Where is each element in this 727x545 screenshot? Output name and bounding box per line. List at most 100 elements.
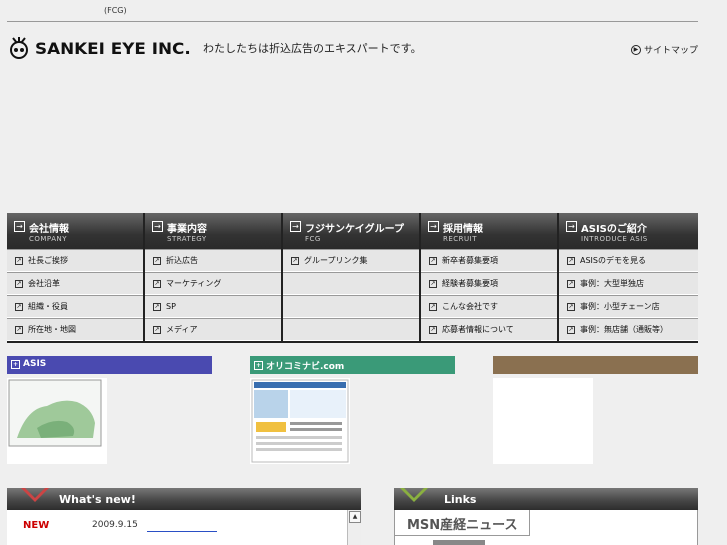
checkbox-arrow-icon: ↗	[567, 302, 575, 311]
orikomi-thumbnail[interactable]	[250, 378, 350, 464]
nav-item[interactable]: ↗ 応募者情報について	[421, 318, 557, 341]
nav-item[interactable]: ↗ 社長ご挨拶	[7, 249, 143, 272]
scroll-up-icon[interactable]: ▲	[349, 511, 361, 523]
new-badge: NEW	[23, 520, 50, 531]
nav-item-label: こんな会社です	[442, 302, 498, 311]
nav-item-label: 新卒者募集要項	[442, 256, 498, 265]
sitemap-link[interactable]: ▶ サイトマップ	[630, 43, 698, 56]
asis-banner-text: ASIS	[23, 359, 47, 369]
news-link[interactable]	[147, 531, 217, 532]
msn-sankei-link[interactable]: MSN産経ニュース	[395, 510, 530, 536]
nav-item-empty	[283, 318, 419, 341]
nav-head-label: ASISのご紹介	[581, 224, 647, 235]
nav-item[interactable]: ↗ 折込広告	[145, 249, 281, 272]
plus-box-icon: +	[11, 359, 20, 369]
nav-head-label: 会社情報	[29, 224, 69, 235]
sitemap-label: サイトマップ	[643, 46, 698, 56]
nav-item[interactable]: ↗ ASISのデモを見る	[559, 249, 698, 272]
nav-head-sublabel: RECRUIT	[443, 235, 478, 243]
checkbox-arrow-icon: ↗	[429, 279, 437, 288]
checkbox-arrow-icon: ↗	[153, 256, 161, 265]
nav-item-label: 折込広告	[166, 256, 198, 265]
nav-item[interactable]: ↗ 事例：大型単独店	[559, 272, 698, 295]
asis-map-image	[8, 379, 102, 447]
news-scrollbar[interactable]: ▲	[347, 510, 361, 545]
arrow-right-icon: ▶	[630, 44, 641, 55]
checkbox-arrow-icon: ↗	[153, 279, 161, 288]
nav-item-label: 所在地・地図	[28, 325, 76, 334]
checkbox-arrow-icon: ↗	[153, 302, 161, 311]
blank-thumbnail[interactable]	[493, 378, 593, 464]
arrow-box-icon: →	[428, 221, 439, 232]
nav-column-company: → 会社情報 COMPANY ↗ 社長ご挨拶 ↗ 会社沿革 ↗ 組織・役員 ↗ 所在地・…	[7, 213, 145, 343]
nav-head-recruit[interactable]: → 採用情報 RECRUIT	[421, 213, 557, 249]
nav-item-label: 事例：小型チェーン店	[580, 302, 660, 311]
nav-item-label: SP	[166, 302, 176, 311]
nav-head-sublabel: COMPANY	[29, 235, 68, 243]
nav-item[interactable]: ↗ 事例：小型チェーン店	[559, 295, 698, 318]
nav-head-label: 事業内容	[167, 224, 207, 235]
nav-item[interactable]: ↗ マーケティング	[145, 272, 281, 295]
nav-item[interactable]: ↗ メディア	[145, 318, 281, 341]
checkbox-arrow-icon: ↗	[15, 256, 23, 265]
nav-item-label: マーケティング	[166, 279, 222, 288]
nav-head-asis[interactable]: → ASISのご紹介 INTRODUCE ASIS	[559, 213, 698, 249]
orikomi-banner-text: オリコミナビ.com	[266, 362, 345, 372]
main-nav: → 会社情報 COMPANY ↗ 社長ご挨拶 ↗ 会社沿革 ↗ 組織・役員 ↗ 所在地・…	[7, 213, 698, 343]
nav-head-label: フジサンケイグループ	[305, 224, 404, 235]
nav-item[interactable]: ↗ 事例：無店舗（通販等）	[559, 318, 698, 341]
link-banner[interactable]	[433, 540, 485, 545]
news-header: What's new!	[7, 488, 361, 510]
nav-column-strategy: → 事業内容 STRATEGY ↗ 折込広告 ↗ マーケティング ↗ SP ↗ メディア	[145, 213, 283, 343]
company-logo[interactable]: SANKEI EYE INC.	[7, 34, 191, 62]
checkbox-arrow-icon: ↗	[429, 325, 437, 334]
nav-head-sublabel: FCG	[305, 235, 321, 243]
top-bar: (FCG)	[7, 0, 698, 22]
asis-thumbnail[interactable]	[7, 378, 107, 464]
logo-text: SANKEI EYE INC.	[35, 38, 191, 58]
brown-banner[interactable]	[493, 356, 698, 374]
links-header: Links	[394, 488, 698, 510]
nav-item[interactable]: ↗ 新卒者募集要項	[421, 249, 557, 272]
nav-head-company[interactable]: → 会社情報 COMPANY	[7, 213, 143, 249]
nav-item-label: 事例：大型単独店	[580, 279, 644, 288]
links-title: Links	[444, 493, 477, 506]
nav-item-label: メディア	[166, 325, 198, 334]
nav-column-asis: → ASISのご紹介 INTRODUCE ASIS ↗ ASISのデモを見る ↗ 事…	[559, 213, 698, 343]
checkbox-arrow-icon: ↗	[15, 325, 23, 334]
nav-item-label: ASISのデモを見る	[580, 256, 646, 265]
nav-item-label: 組織・役員	[28, 302, 68, 311]
orikomi-banner[interactable]: + オリコミナビ.com	[250, 356, 455, 374]
sankei-logo-icon	[10, 37, 28, 59]
nav-item-empty	[283, 295, 419, 318]
tagline: わたしたちは折込広告のエキスパートです。	[203, 42, 422, 55]
checkbox-arrow-icon: ↗	[429, 256, 437, 265]
arrow-box-icon: →	[290, 221, 301, 232]
nav-column-fcg: → フジサンケイグループ FCG ↗ グループリンク集	[283, 213, 421, 343]
checkbox-arrow-icon: ↗	[567, 279, 575, 288]
news-panel: NEW 2009.9.15 ▲	[7, 510, 361, 545]
nav-item[interactable]: ↗ SP	[145, 295, 281, 318]
nav-item-label: グループリンク集	[304, 256, 368, 265]
checkbox-arrow-icon: ↗	[429, 302, 437, 311]
nav-item-label: 社長ご挨拶	[28, 256, 68, 265]
asis-banner[interactable]: + ASIS	[7, 356, 212, 374]
nav-item[interactable]: ↗ こんな会社です	[421, 295, 557, 318]
nav-item-label: 会社沿革	[28, 279, 60, 288]
news-title: What's new!	[59, 493, 136, 506]
news-arrow-icon	[21, 488, 49, 502]
arrow-box-icon: →	[566, 221, 577, 232]
checkbox-arrow-icon: ↗	[567, 256, 575, 265]
nav-item[interactable]: ↗ 所在地・地図	[7, 318, 143, 341]
checkbox-arrow-icon: ↗	[291, 256, 299, 265]
nav-item[interactable]: ↗ 経験者募集要項	[421, 272, 557, 295]
nav-head-sublabel: STRATEGY	[167, 235, 207, 243]
nav-head-fcg[interactable]: → フジサンケイグループ FCG	[283, 213, 419, 249]
nav-item[interactable]: ↗ 組織・役員	[7, 295, 143, 318]
asis-banner-label: + ASIS	[11, 359, 46, 369]
nav-item[interactable]: ↗ 会社沿革	[7, 272, 143, 295]
nav-head-strategy[interactable]: → 事業内容 STRATEGY	[145, 213, 281, 249]
nav-item[interactable]: ↗ グループリンク集	[283, 249, 419, 272]
fcg-label: (FCG)	[104, 6, 127, 15]
nav-item-empty	[283, 272, 419, 295]
